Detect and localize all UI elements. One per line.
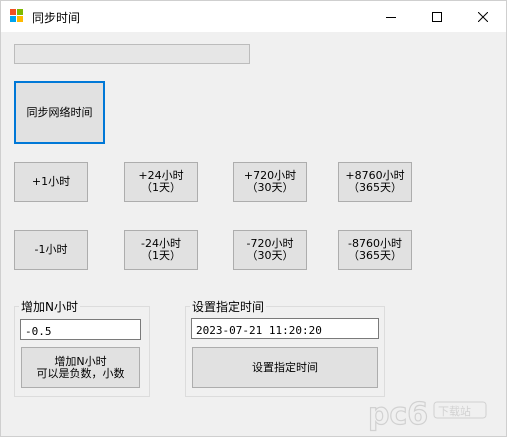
button-label: 设置指定时间 [252, 360, 318, 374]
button-sublabel: （30天） [246, 249, 294, 262]
maximize-button[interactable] [414, 1, 460, 32]
title-bar[interactable]: 同步时间 [1, 1, 506, 32]
subtract-1-hour-button[interactable]: -1小时 [14, 230, 88, 270]
pc6-watermark-logo: pc6 下载站 [367, 396, 487, 432]
button-sublabel: 可以是负数，小数 [36, 366, 125, 380]
subtract-8760-hours-button[interactable]: -8760小时 （365天） [338, 230, 412, 270]
maximize-icon [432, 11, 442, 22]
sync-progress-bar [14, 44, 250, 64]
hours-input[interactable] [20, 319, 141, 340]
subtract-720-hours-button[interactable]: -720小时 （30天） [233, 230, 307, 270]
watermark-text: pc6 [368, 397, 428, 432]
minimize-icon [386, 16, 396, 18]
button-sublabel: （1天） [141, 181, 181, 194]
add-24-hours-button[interactable]: +24小时 （1天） [124, 162, 198, 202]
close-icon [478, 11, 488, 22]
button-sublabel: （365天） [348, 249, 402, 262]
button-sublabel: （365天） [348, 181, 402, 194]
app-window: 同步时间 同步网络时间 +1小时 +24小时 （1天） +720小时 （30天） +… [0, 0, 507, 437]
datetime-input[interactable] [191, 318, 379, 339]
set-time-button[interactable]: 设置指定时间 [192, 347, 378, 388]
button-label: +1小时 [31, 175, 71, 188]
minimize-button[interactable] [368, 1, 414, 32]
app-window-icon [10, 9, 24, 23]
watermark-subtext: 下载站 [438, 404, 471, 418]
button-sublabel: （1天） [141, 249, 181, 262]
add-8760-hours-button[interactable]: +8760小时 （365天） [338, 162, 412, 202]
add-n-hours-button[interactable]: 增加N小时 可以是负数，小数 [21, 347, 140, 388]
set-time-group-label: 设置指定时间 [190, 298, 267, 315]
window-title: 同步时间 [32, 11, 81, 25]
sync-network-time-button[interactable]: 同步网络时间 [14, 81, 105, 144]
button-label: -1小时 [34, 243, 68, 256]
button-label: 增加N小时 [54, 354, 107, 368]
add-n-hours-group-label: 增加N小时 [19, 298, 80, 315]
subtract-24-hours-button[interactable]: -24小时 （1天） [124, 230, 198, 270]
add-1-hour-button[interactable]: +1小时 [14, 162, 88, 202]
button-sublabel: （30天） [246, 181, 294, 194]
sync-network-time-label: 同步网络时间 [26, 105, 93, 119]
close-button[interactable] [460, 1, 506, 32]
add-720-hours-button[interactable]: +720小时 （30天） [233, 162, 307, 202]
